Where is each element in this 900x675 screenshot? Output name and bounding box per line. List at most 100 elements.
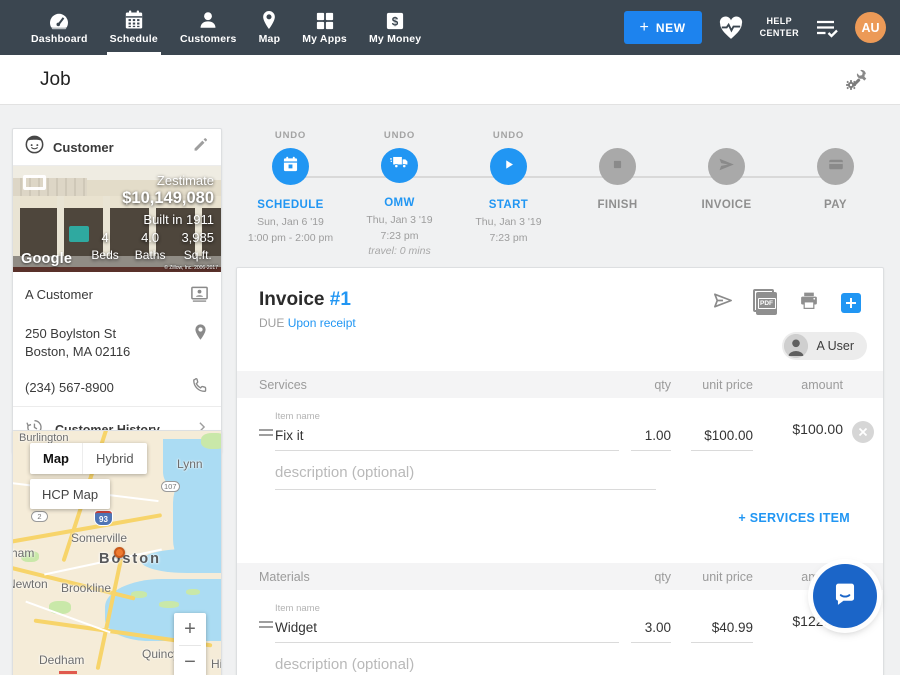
customer-name: A Customer [25,284,93,304]
material-description-input[interactable] [275,652,656,675]
omw-step-button[interactable] [381,148,418,183]
drag-handle-icon[interactable] [259,426,273,439]
map-park [201,433,221,449]
invoice-due: DUE Upon receipt [259,316,861,330]
money-icon: $ [386,10,404,30]
service-description-input[interactable] [275,460,656,490]
user-avatar[interactable]: AU [855,12,886,43]
credit-card-icon [828,158,844,176]
photo-pillar [57,196,64,258]
svg-text:$: $ [392,16,399,29]
nav-item-dashboard[interactable]: Dashboard [20,0,99,55]
delete-item-icon[interactable] [852,421,874,443]
dashboard-icon [48,10,70,30]
due-value-link[interactable]: Upon receipt [288,316,356,330]
service-unit-price-input[interactable] [691,425,753,451]
contact-card-icon[interactable] [190,284,209,306]
item-name-label: Item name [275,603,619,614]
map-label-somerville: Somerville [71,531,127,545]
nav-item-customers[interactable]: Customers [169,0,248,55]
schedule-step-button[interactable] [272,148,309,185]
job-timeline: UNDO SCHEDULE Sun, Jan 6 '19 1:00 pm - 2… [236,130,890,260]
location-pin-icon[interactable] [192,323,209,345]
customer-phone-row: (234) 567-8900 [13,368,221,406]
step-label: INVOICE [701,199,751,211]
google-logo: Google [21,251,72,267]
invoice-card: Invoice #1 DUE Upon receipt PDF A User S… [236,267,884,675]
zoom-in-button[interactable]: + [174,613,206,645]
nav-item-map[interactable]: Map [248,0,292,55]
invoice-header: Invoice #1 DUE Upon receipt PDF A User [237,268,883,330]
phone-icon[interactable] [191,377,209,398]
add-invoice-icon[interactable] [841,293,861,313]
map-location-pin [114,547,125,558]
start-step-button[interactable] [490,148,527,185]
map-canvas[interactable]: 93 107 2 Burlington Lynn Somerville ham … [13,431,221,675]
hybrid-type-button[interactable]: Hybrid [82,443,147,474]
col-unit-price: unit price [702,570,753,584]
col-unit-price: unit price [702,378,753,392]
undo-link[interactable]: UNDO [493,130,524,141]
photo-pillar [13,196,20,258]
material-unit-price-input[interactable] [691,617,753,643]
job-settings-icon[interactable] [844,68,868,92]
customer-address: 250 Boylston St Boston, MA 02116 [25,323,130,360]
service-name-input[interactable] [275,425,619,451]
new-button[interactable]: + NEW [624,11,702,44]
pdf-icon[interactable]: PDF [756,292,777,315]
print-icon[interactable] [798,290,820,316]
nav-item-my-money[interactable]: $ My Money [358,0,432,55]
service-item-row: Item name $100.00 [237,398,883,451]
nav-label: Customers [180,33,237,45]
service-qty-input[interactable] [631,425,671,451]
property-streetview-photo[interactable]: Zestimate $10,149,080 Built in 1911 4Bed… [13,166,221,272]
step-dates: Thu, Jan 3 '19 7:23 pm [475,215,541,247]
hcp-map-button[interactable]: HCP Map [30,479,110,509]
help-center-link[interactable]: HELP CENTER [760,16,799,39]
invoice-number: #1 [330,289,351,310]
map-pin-icon [260,10,278,30]
drag-handle-icon[interactable] [259,618,273,631]
materials-title: Materials [259,570,631,584]
paper-plane-icon [718,157,735,177]
finish-step-button[interactable] [599,148,636,185]
materials-section-header: Materials qty unit price amount [237,563,883,590]
route-107-shield: 107 [161,481,180,492]
undo-link[interactable]: UNDO [275,130,306,141]
customer-face-icon [25,135,44,159]
map-label-dedham: Dedham [39,653,84,667]
built-year: Built in 1911 [143,212,214,227]
tasks-list-icon[interactable] [815,18,839,38]
nav-label: Map [259,33,281,45]
undo-link[interactable]: UNDO [384,130,415,141]
property-stats: 4Beds 4.0Baths 3,985Sq.ft. [91,230,214,262]
app-screen: Dashboard Schedule Customers Map [0,0,900,675]
nav-label: My Apps [302,33,347,45]
material-name-input[interactable] [275,617,619,643]
chat-widget-button[interactable] [813,564,877,628]
edit-pencil-icon[interactable] [192,136,209,158]
timeline-step-invoice: INVOICE [672,130,781,260]
material-qty-input[interactable] [631,617,671,643]
map-type-button[interactable]: Map [30,443,82,474]
assigned-user-pill[interactable]: A User [782,332,867,360]
timeline-step-omw: UNDO OMW Thu, Jan 3 '19 7:23 pm travel: … [345,130,454,260]
material-item-row: Item name $122.97 [237,590,883,643]
photo-window-display [69,226,89,242]
pay-step-button[interactable] [817,148,854,185]
services-title: Services [259,378,631,392]
customer-name-row: A Customer [13,272,221,314]
nav-item-schedule[interactable]: Schedule [99,0,169,55]
health-heart-icon[interactable] [718,16,744,40]
send-icon[interactable] [708,148,745,185]
map-label-waltham: ham [13,546,34,560]
fullscreen-icon[interactable] [23,175,46,190]
zoom-out-button[interactable]: − [174,646,206,675]
customer-card-header: Customer [13,129,221,166]
assigned-user-name: A User [816,339,854,353]
add-services-item-link[interactable]: + SERVICES ITEM [738,511,850,525]
send-invoice-icon[interactable] [711,290,735,316]
map-label-lynn: Lynn [177,457,203,471]
timeline-step-pay: PAY [781,130,890,260]
nav-item-my-apps[interactable]: My Apps [291,0,358,55]
